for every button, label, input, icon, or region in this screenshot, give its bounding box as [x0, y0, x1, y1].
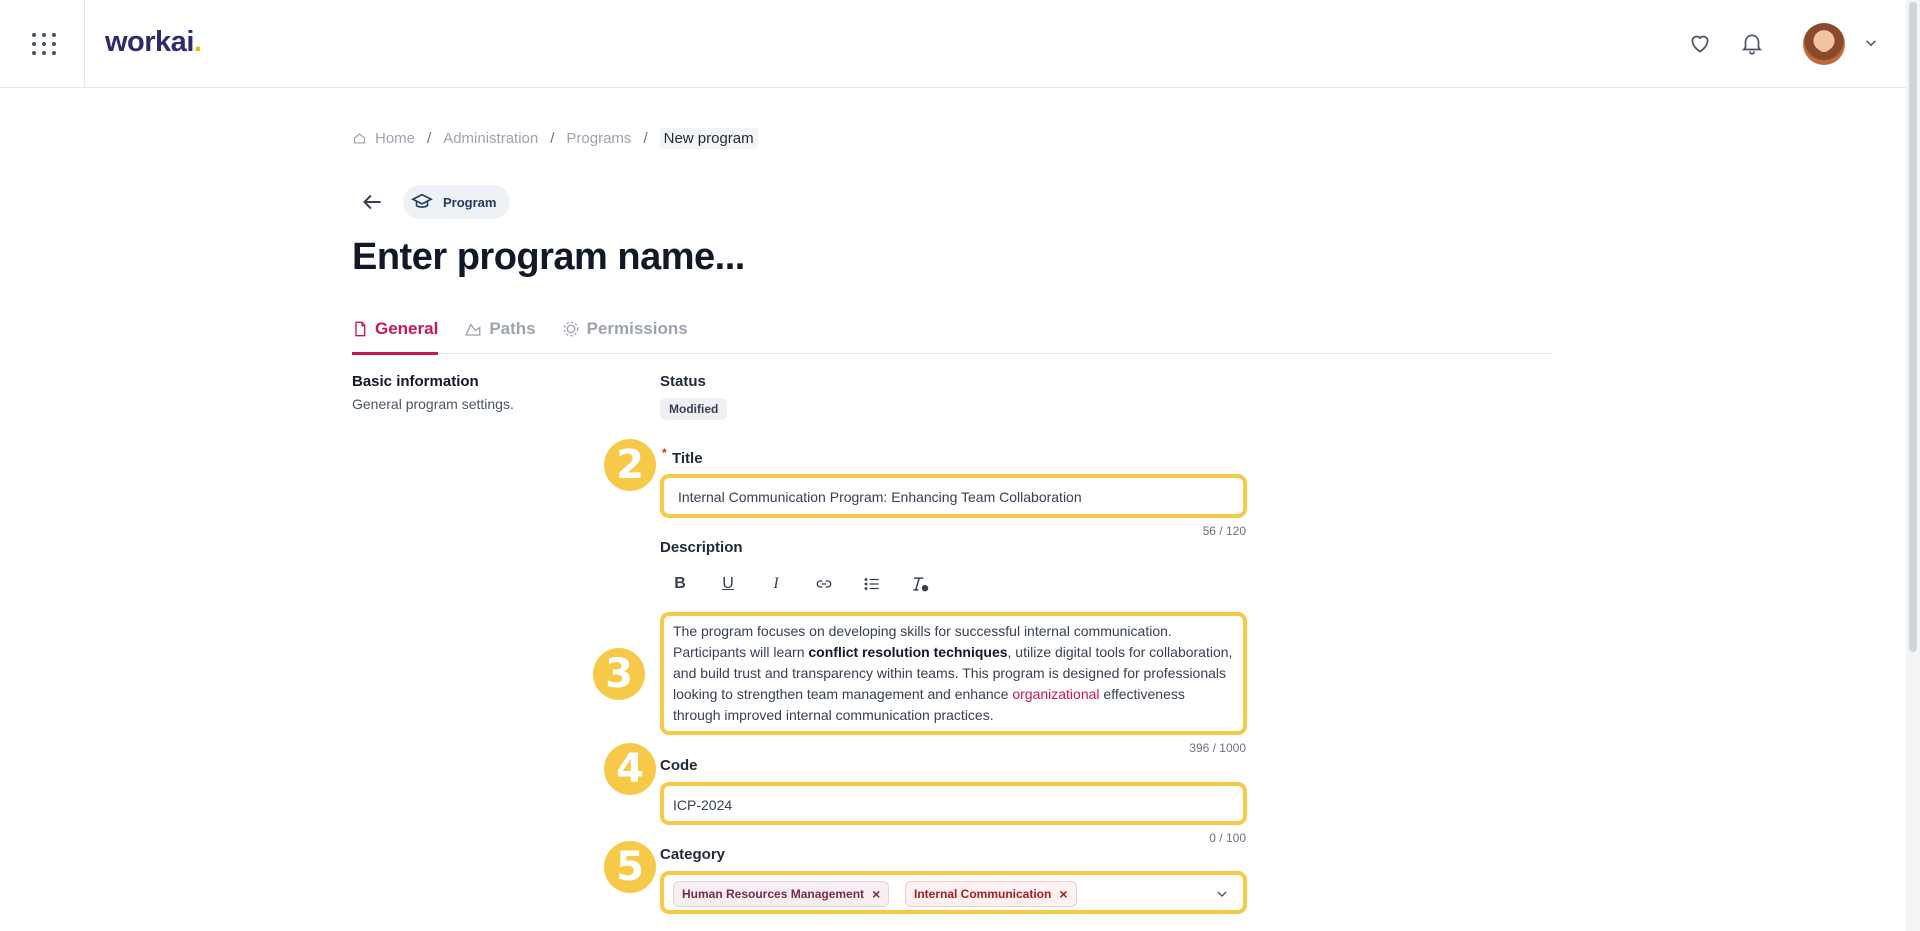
description-bold-text: conflict resolution techniques	[808, 644, 1008, 660]
title-char-counter: 56 / 120	[1202, 524, 1246, 538]
chevron-down-icon[interactable]	[1862, 34, 1880, 52]
heart-icon[interactable]	[1687, 30, 1713, 56]
breadcrumb-administration[interactable]: Administration	[443, 130, 538, 147]
description-editor-content[interactable]: The program focuses on developing skills…	[673, 621, 1233, 726]
tab-general[interactable]: General	[352, 312, 439, 355]
breadcrumb-current: New program	[659, 128, 758, 149]
description-label: Description	[660, 539, 743, 556]
chevron-down-icon[interactable]	[1214, 886, 1230, 902]
title-input-value: Internal Communication Program: Enhancin…	[678, 489, 1082, 505]
breadcrumb-separator: /	[427, 130, 432, 147]
users-icon	[563, 321, 579, 337]
list-icon[interactable]	[860, 572, 884, 596]
apps-grid-icon[interactable]	[22, 30, 66, 58]
breadcrumb-home[interactable]: Home	[375, 130, 415, 147]
required-indicator: *	[662, 446, 667, 460]
graduation-cap-icon	[411, 193, 433, 208]
title-input[interactable]: Internal Communication Program: Enhancin…	[660, 474, 1247, 518]
code-label: Code	[660, 757, 698, 774]
scrollbar[interactable]	[1906, 0, 1920, 931]
tab-bar: General Paths Permissions	[352, 312, 1553, 355]
category-tag-label: Internal Communication	[914, 887, 1052, 901]
remove-tag-icon[interactable]: ×	[872, 886, 880, 902]
section-subtitle: General program settings.	[352, 396, 514, 412]
description-char-counter: 396 / 1000	[1189, 741, 1246, 755]
breadcrumb-separator: /	[643, 130, 648, 147]
category-label: Category	[660, 846, 726, 863]
basic-information-section: Basic information General program settin…	[352, 373, 514, 412]
category-tag: Internal Communication ×	[905, 881, 1077, 907]
description-link[interactable]: organizational	[1012, 686, 1099, 702]
section-title: Basic information	[352, 373, 479, 390]
code-char-counter: 0 / 100	[1209, 831, 1246, 845]
step-marker-4: 4	[604, 743, 656, 795]
breadcrumb: Home / Administration / Programs / New p…	[352, 128, 758, 149]
clear-format-icon[interactable]	[908, 572, 932, 596]
program-type-badge: Program	[403, 185, 511, 219]
step-marker-2: 2	[604, 439, 656, 491]
step-marker-5: 5	[604, 841, 656, 893]
tab-permissions[interactable]: Permissions	[562, 312, 688, 354]
path-icon	[465, 323, 481, 336]
category-tag: Human Resources Management ×	[673, 881, 890, 907]
underline-icon[interactable]: U	[716, 572, 740, 596]
step-marker-3: 3	[593, 648, 645, 700]
scrollbar-thumb[interactable]	[1909, 2, 1917, 652]
back-arrow-icon[interactable]	[357, 189, 387, 215]
tab-paths[interactable]: Paths	[464, 312, 536, 354]
tab-permissions-label: Permissions	[586, 319, 688, 338]
bell-icon[interactable]	[1739, 30, 1765, 56]
page-title[interactable]: Enter program name...	[352, 236, 745, 279]
italic-icon[interactable]: I	[764, 572, 788, 596]
workai-logo[interactable]: workai.	[105, 26, 202, 59]
topbar-divider	[84, 0, 85, 88]
logo-dot: .	[193, 26, 202, 58]
status-label: Status	[660, 373, 706, 390]
logo-text: workai	[105, 26, 194, 58]
title-label: * Title	[662, 446, 703, 467]
home-icon[interactable]	[352, 131, 367, 146]
tab-paths-label: Paths	[489, 319, 536, 338]
title-label-text: Title	[672, 450, 703, 467]
program-type-label: Program	[443, 194, 497, 210]
top-bar: workai.	[0, 0, 1906, 88]
breadcrumb-programs[interactable]: Programs	[566, 130, 631, 147]
avatar[interactable]	[1803, 23, 1845, 65]
status-badge: Modified	[660, 398, 728, 420]
link-icon[interactable]	[812, 572, 836, 596]
breadcrumb-separator: /	[550, 130, 555, 147]
category-tag-label: Human Resources Management	[682, 887, 865, 901]
rich-text-toolbar: B U I	[668, 572, 956, 596]
code-input[interactable]: ICP-2024	[660, 782, 1247, 825]
code-input-value: ICP-2024	[673, 797, 733, 813]
bold-icon[interactable]: B	[668, 572, 692, 596]
remove-tag-icon[interactable]: ×	[1059, 886, 1067, 902]
file-icon	[355, 321, 366, 337]
tab-general-label: General	[375, 319, 439, 338]
